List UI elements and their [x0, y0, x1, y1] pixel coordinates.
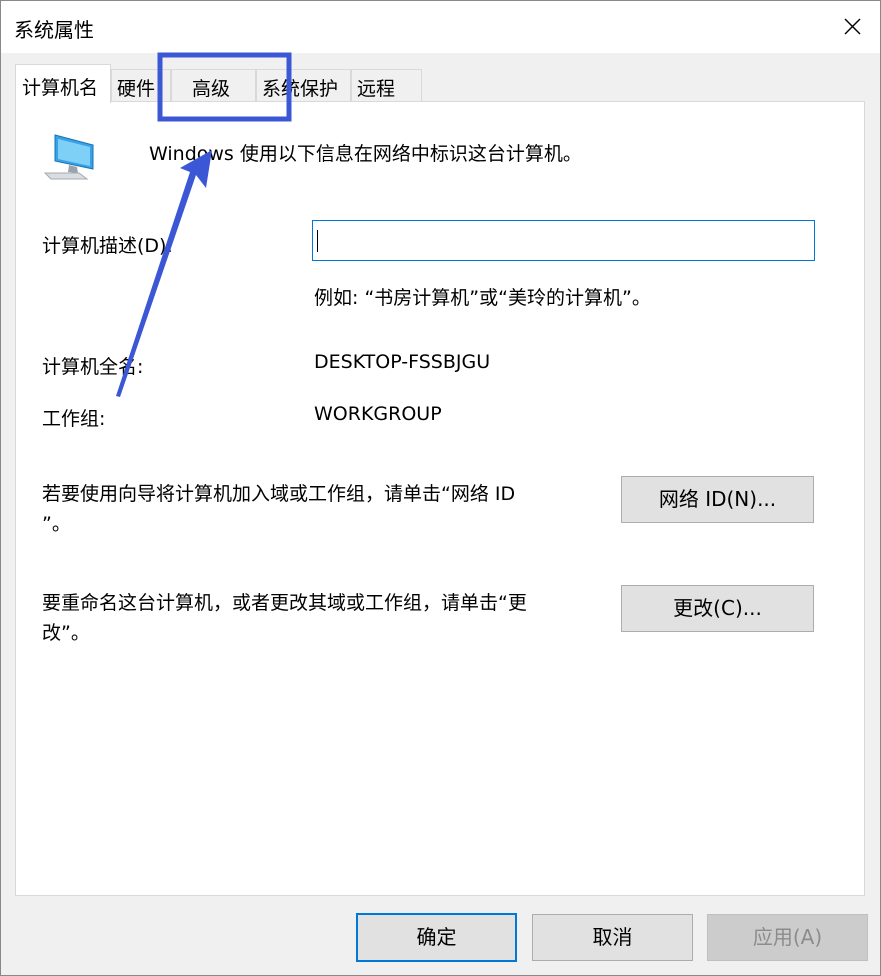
- computer-description-input[interactable]: [312, 220, 815, 261]
- ok-button[interactable]: 确定: [356, 913, 517, 962]
- network-id-text-line2: ”。: [42, 513, 71, 535]
- text-caret: [317, 230, 318, 252]
- network-id-text-line1: 若要使用向导将计算机加入域或工作组，请单击“网络 ID: [42, 483, 516, 505]
- window-title: 系统属性: [14, 18, 94, 42]
- tab-computer-name[interactable]: 计算机名: [15, 64, 111, 103]
- rename-text-line1: 要重命名这台计算机，或者更改其域或工作组，请单击“更: [42, 592, 527, 614]
- description-text: Windows 使用以下信息在网络中标识这台计算机。: [149, 143, 582, 165]
- workgroup-value: WORKGROUP: [314, 403, 442, 425]
- system-properties-window: 系统属性 计算机名 硬件 高级 系统保护 远程 Windows 使用以下信息在网…: [0, 0, 881, 976]
- apply-button[interactable]: 应用(A): [707, 914, 868, 961]
- tab-hardware[interactable]: 硬件: [111, 69, 171, 101]
- rename-text-line2: 改”。: [42, 622, 90, 644]
- full-name-value: DESKTOP-FSSBJGU: [314, 351, 491, 373]
- network-id-button[interactable]: 网络 ID(N)...: [621, 476, 814, 523]
- tab-advanced[interactable]: 高级: [171, 69, 256, 101]
- workgroup-label: 工作组:: [42, 408, 106, 430]
- close-button[interactable]: [825, 1, 880, 53]
- full-name-label: 计算机全名:: [42, 356, 144, 378]
- tab-system-protection[interactable]: 系统保护: [256, 69, 351, 101]
- description-label: 计算机描述(D):: [42, 235, 173, 257]
- cancel-button[interactable]: 取消: [532, 914, 693, 961]
- description-hint: 例如: “书房计算机”或“美玲的计算机”。: [314, 287, 651, 309]
- title-bar: 系统属性: [1, 1, 880, 53]
- tab-remote[interactable]: 远程: [351, 69, 422, 101]
- change-button[interactable]: 更改(C)...: [621, 585, 814, 632]
- close-icon: [844, 18, 861, 35]
